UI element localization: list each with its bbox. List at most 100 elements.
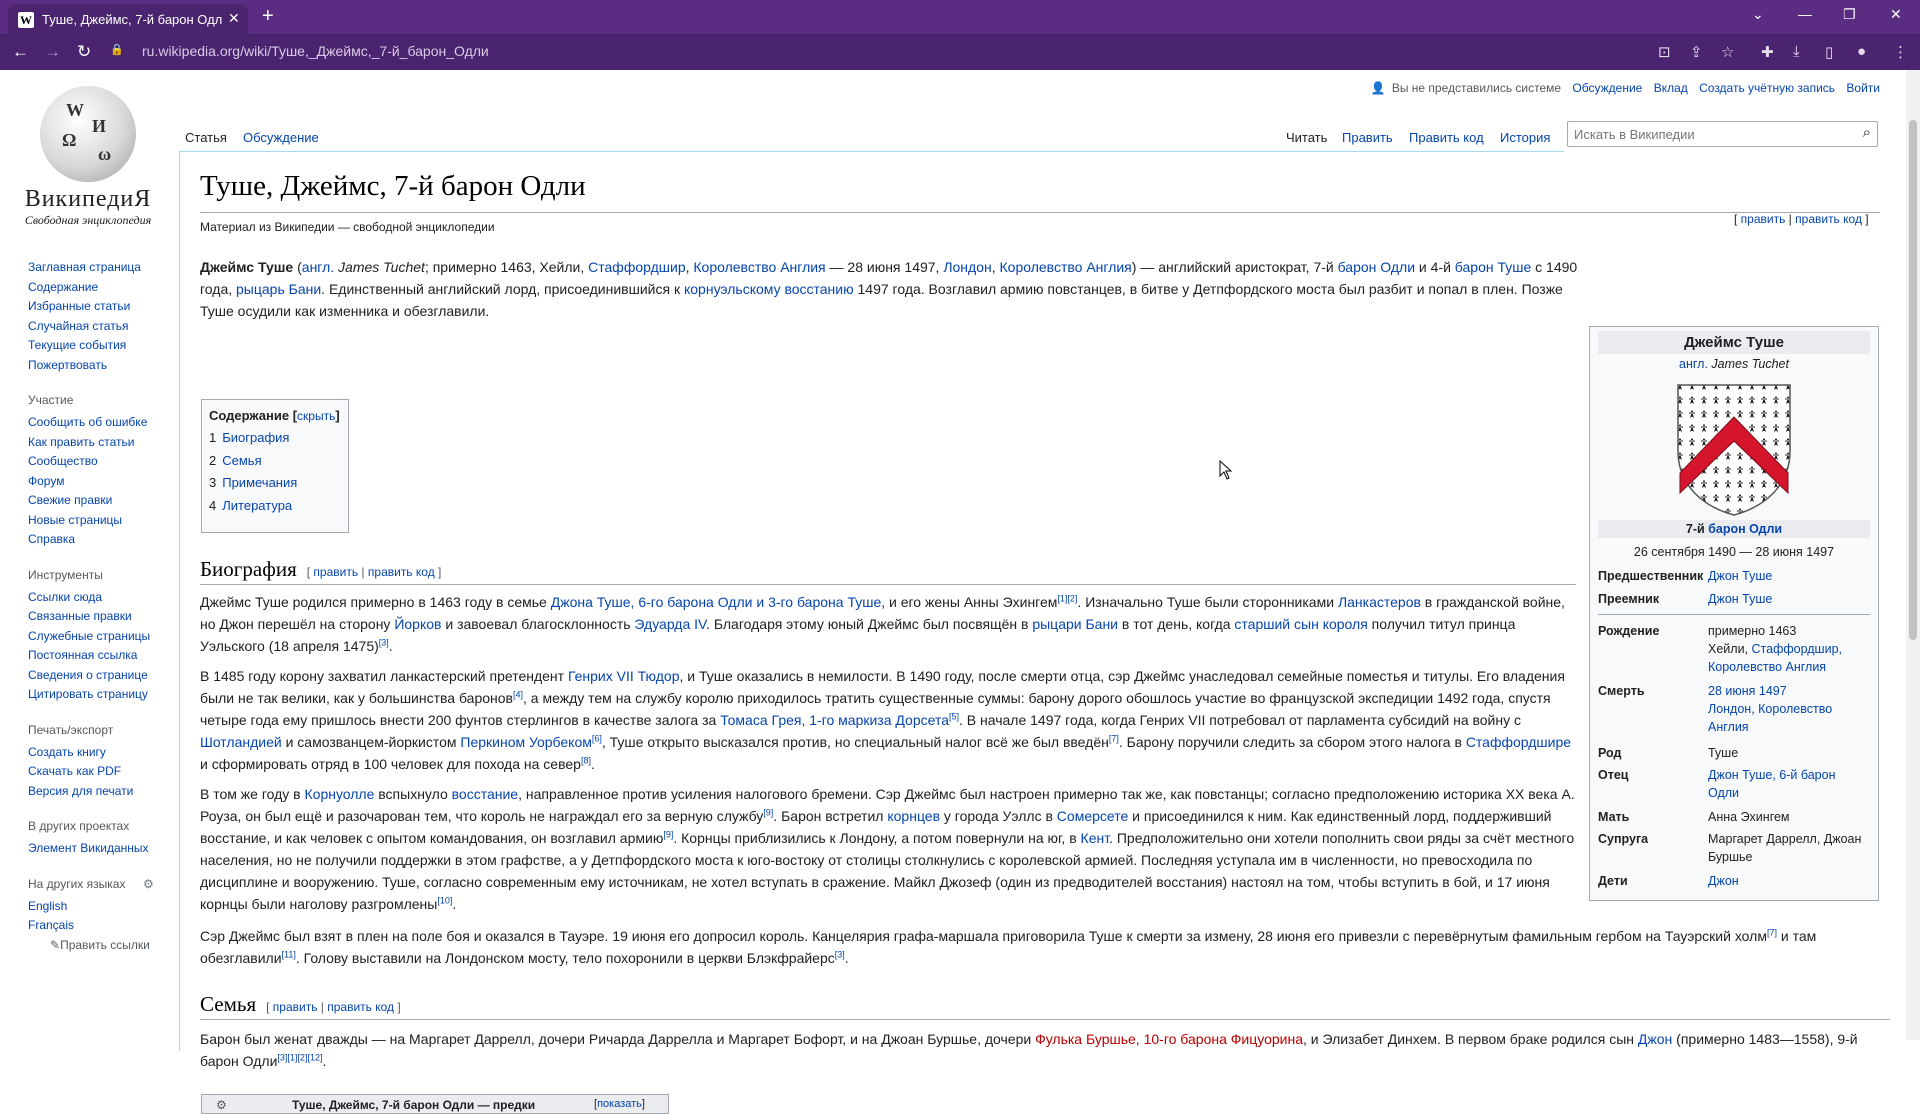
section-edit-link[interactable]: править (313, 565, 358, 579)
url-host: ru.wikipedia.org (142, 43, 241, 59)
share-icon[interactable]: ⇪ (1690, 43, 1703, 61)
toc-hide-link[interactable]: скрыть (297, 409, 335, 423)
page-scrollbar[interactable] (1906, 70, 1920, 1040)
sidebar-tools-group: Инструменты Ссылки сюда Связанные правки… (28, 568, 178, 705)
close-window-icon[interactable]: ✕ (1890, 6, 1902, 23)
not-logged-in-text: Вы не представились системе (1391, 81, 1562, 95)
sidebar-item-report-error[interactable]: Сообщить об ошибке (28, 413, 178, 433)
sidebar-item-contents[interactable]: Содержание (28, 278, 178, 298)
new-tab-icon[interactable]: + (262, 6, 274, 26)
section-edit-code-link[interactable]: править код (368, 565, 435, 579)
wikipedia-page: WИΩω ВикипедиЯ Свободная энциклопедия За… (0, 70, 1906, 1114)
pencil-icon: ✎ (50, 937, 61, 952)
sidebar-item-new-pages[interactable]: Новые страницы (28, 511, 178, 531)
search-input[interactable]: Искать в Википедии ⌕ (1567, 121, 1878, 147)
toc-item[interactable]: 1 Биография (209, 427, 341, 450)
tab-edit[interactable]: Править (1342, 130, 1393, 145)
section-edit-link[interactable]: править (273, 1000, 318, 1014)
tab-talk[interactable]: Обсуждение (243, 130, 319, 145)
tab-article[interactable]: Статья (185, 130, 227, 145)
sidebar-item-printable[interactable]: Версия для печати (28, 782, 178, 802)
mouse-cursor-icon (1219, 460, 1233, 480)
sidebar-item-community[interactable]: Сообщество (28, 452, 178, 472)
reload-icon[interactable]: ↻ (77, 42, 91, 62)
family-paragraph: Барон был женат дважды — на Маргарет Дар… (200, 1031, 1858, 1069)
create-account-link[interactable]: Создать учётную запись (1699, 81, 1835, 95)
navbox-show-link[interactable]: показать (597, 1098, 642, 1110)
minimize-icon[interactable]: — (1798, 6, 1812, 22)
sidebar-item-featured[interactable]: Избранные статьи (28, 297, 178, 317)
toc-item[interactable]: 4 Литература (209, 495, 341, 518)
search-icon[interactable]: ⌕ (1863, 124, 1871, 141)
sidebar-item-forum[interactable]: Форум (28, 472, 178, 492)
infobox-title-link[interactable]: барон Одли (1708, 522, 1782, 536)
sidebar-print-group: Печать/экспорт Создать книгу Скачать как… (28, 723, 178, 802)
sidebar-item-donate[interactable]: Пожертвовать (28, 356, 178, 376)
toc-item[interactable]: 2 Семья (209, 450, 341, 473)
sidebar-item-permanent-link[interactable]: Постоянная ссылка (28, 646, 178, 666)
sidebar-item-page-info[interactable]: Сведения о странице (28, 666, 178, 686)
browser-tab-title: Туше, Джеймс, 7-й барон Одли (42, 12, 222, 27)
toc-title: Содержание (209, 408, 290, 423)
tab-read[interactable]: Читать (1286, 130, 1327, 145)
tab-search-icon[interactable]: ⌄ (1752, 6, 1764, 23)
tab-edit-source[interactable]: Править код (1409, 130, 1484, 145)
infobox-orig-name-text: James Tuchet (1711, 357, 1789, 371)
navbox-title: Туше, Джеймс, 7-й барон Одли — предки (292, 1098, 536, 1112)
browser-tab-active[interactable]: W Туше, Джеймс, 7-й барон Одли ✕ (8, 4, 248, 34)
bookmark-star-icon[interactable]: ☆ (1721, 43, 1734, 61)
biography-paragraph-3: В том же году в Корнуолле вспыхнуло восс… (200, 786, 1575, 912)
sidebar-item-wikidata[interactable]: Элемент Викиданных (28, 839, 178, 859)
user-contribs-link[interactable]: Вклад (1654, 81, 1688, 95)
forward-icon[interactable]: → (44, 42, 61, 62)
sidebar-projects-group: В других проектах Элемент Викиданных (28, 819, 178, 859)
wikipedia-logo[interactable]: WИΩω ВикипедиЯ Свободная энциклопедия (15, 86, 161, 227)
navbox-gear-icon[interactable]: ⚙ (216, 1098, 227, 1112)
coat-of-arms-image[interactable] (1674, 381, 1794, 517)
sidepanel-icon[interactable]: ▯ (1825, 43, 1833, 61)
sidebar-item-what-links-here[interactable]: Ссылки сюда (28, 588, 178, 608)
sidebar-item-special-pages[interactable]: Служебные страницы (28, 627, 178, 647)
url-path: /wiki/Туше,_Джеймс,_7-й_барон_Одли (240, 43, 489, 59)
sidebar-edit-interlanguage[interactable]: ✎Править ссылки (50, 936, 178, 956)
sidebar-lang-english[interactable]: English (28, 897, 178, 917)
biography-paragraph-2: В 1485 году корону захватил ланкастерски… (200, 668, 1572, 772)
search-placeholder: Искать в Википедии (1574, 127, 1695, 142)
sidebar-item-download-pdf[interactable]: Скачать как PDF (28, 762, 178, 782)
profile-avatar-icon[interactable]: ● (1857, 43, 1866, 60)
sidebar-langs-label: На других языках (28, 876, 126, 891)
sidebar-langs-group: На других языках ⚙ English Français ✎Прав… (28, 877, 178, 956)
logo-wordmark: ВикипедиЯ (24, 186, 152, 212)
browser-toolbar: ← → ↻ 🔒 ru.wikipedia.org/wiki/Туше,_Джей… (0, 34, 1920, 70)
section-edit-code-link[interactable]: править код (327, 1000, 394, 1014)
address-bar[interactable]: 🔒 ru.wikipedia.org/wiki/Туше,_Джеймс,_7-… (110, 39, 1850, 65)
sidebar-item-cite[interactable]: Цитировать страницу (28, 685, 178, 705)
biography-paragraph-4: Сэр Джеймс был взят в плен на поле боя и… (200, 927, 1817, 966)
login-link[interactable]: Войти (1846, 81, 1880, 95)
infobox-lang-link[interactable]: англ. (1679, 357, 1708, 371)
sidebar-item-help[interactable]: Справка (28, 530, 178, 550)
site-subtitle: Материал из Википедии — свободной энцикл… (200, 220, 495, 234)
scrollbar-thumb[interactable] (1909, 120, 1917, 640)
download-icon[interactable]: ⤓ (1793, 43, 1800, 60)
back-icon[interactable]: ← (12, 42, 29, 62)
user-talk-link[interactable]: Обсуждение (1572, 81, 1642, 95)
language-settings-gear-icon[interactable]: ⚙ (143, 877, 154, 891)
edit-code-page-link[interactable]: править код (1795, 212, 1862, 226)
edit-page-link[interactable]: править (1741, 212, 1786, 226)
sidebar-item-current-events[interactable]: Текущие события (28, 336, 178, 356)
close-tab-icon[interactable]: ✕ (228, 10, 240, 27)
tab-history[interactable]: История (1500, 130, 1550, 145)
sidebar-lang-french[interactable]: Français (28, 916, 178, 936)
sidebar-item-recent-changes[interactable]: Свежие правки (28, 491, 178, 511)
sidebar-item-how-to-edit[interactable]: Как править статьи (28, 433, 178, 453)
sidebar-item-random[interactable]: Случайная статья (28, 317, 178, 337)
sidebar-item-main-page[interactable]: Заглавная страница (28, 258, 178, 278)
extensions-icon[interactable]: ✚ (1761, 43, 1774, 61)
restore-icon[interactable]: ❐ (1843, 6, 1856, 23)
menu-icon[interactable]: ⋮ (1893, 43, 1908, 61)
sidebar-item-create-book[interactable]: Создать книгу (28, 743, 178, 763)
translate-icon[interactable]: ⊡ (1658, 43, 1671, 61)
sidebar-item-related-changes[interactable]: Связанные правки (28, 607, 178, 627)
toc-item[interactable]: 3 Примечания (209, 472, 341, 495)
